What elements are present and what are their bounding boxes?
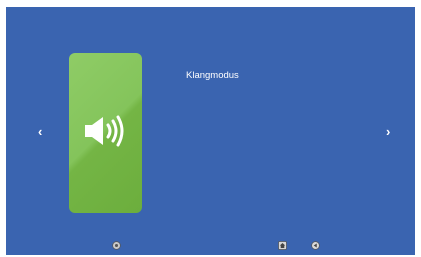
settings-icon[interactable] — [112, 241, 121, 250]
sound-mode-card[interactable] — [69, 53, 142, 213]
home-icon[interactable] — [278, 241, 287, 250]
sound-mode-screen: Klangmodus ‹ › — [6, 7, 415, 255]
previous-arrow-button[interactable]: ‹ — [38, 125, 42, 139]
back-icon[interactable] — [311, 241, 320, 250]
speaker-volume-icon — [85, 115, 124, 147]
sound-mode-label: Klangmodus — [186, 70, 239, 81]
next-arrow-button[interactable]: › — [386, 125, 390, 139]
